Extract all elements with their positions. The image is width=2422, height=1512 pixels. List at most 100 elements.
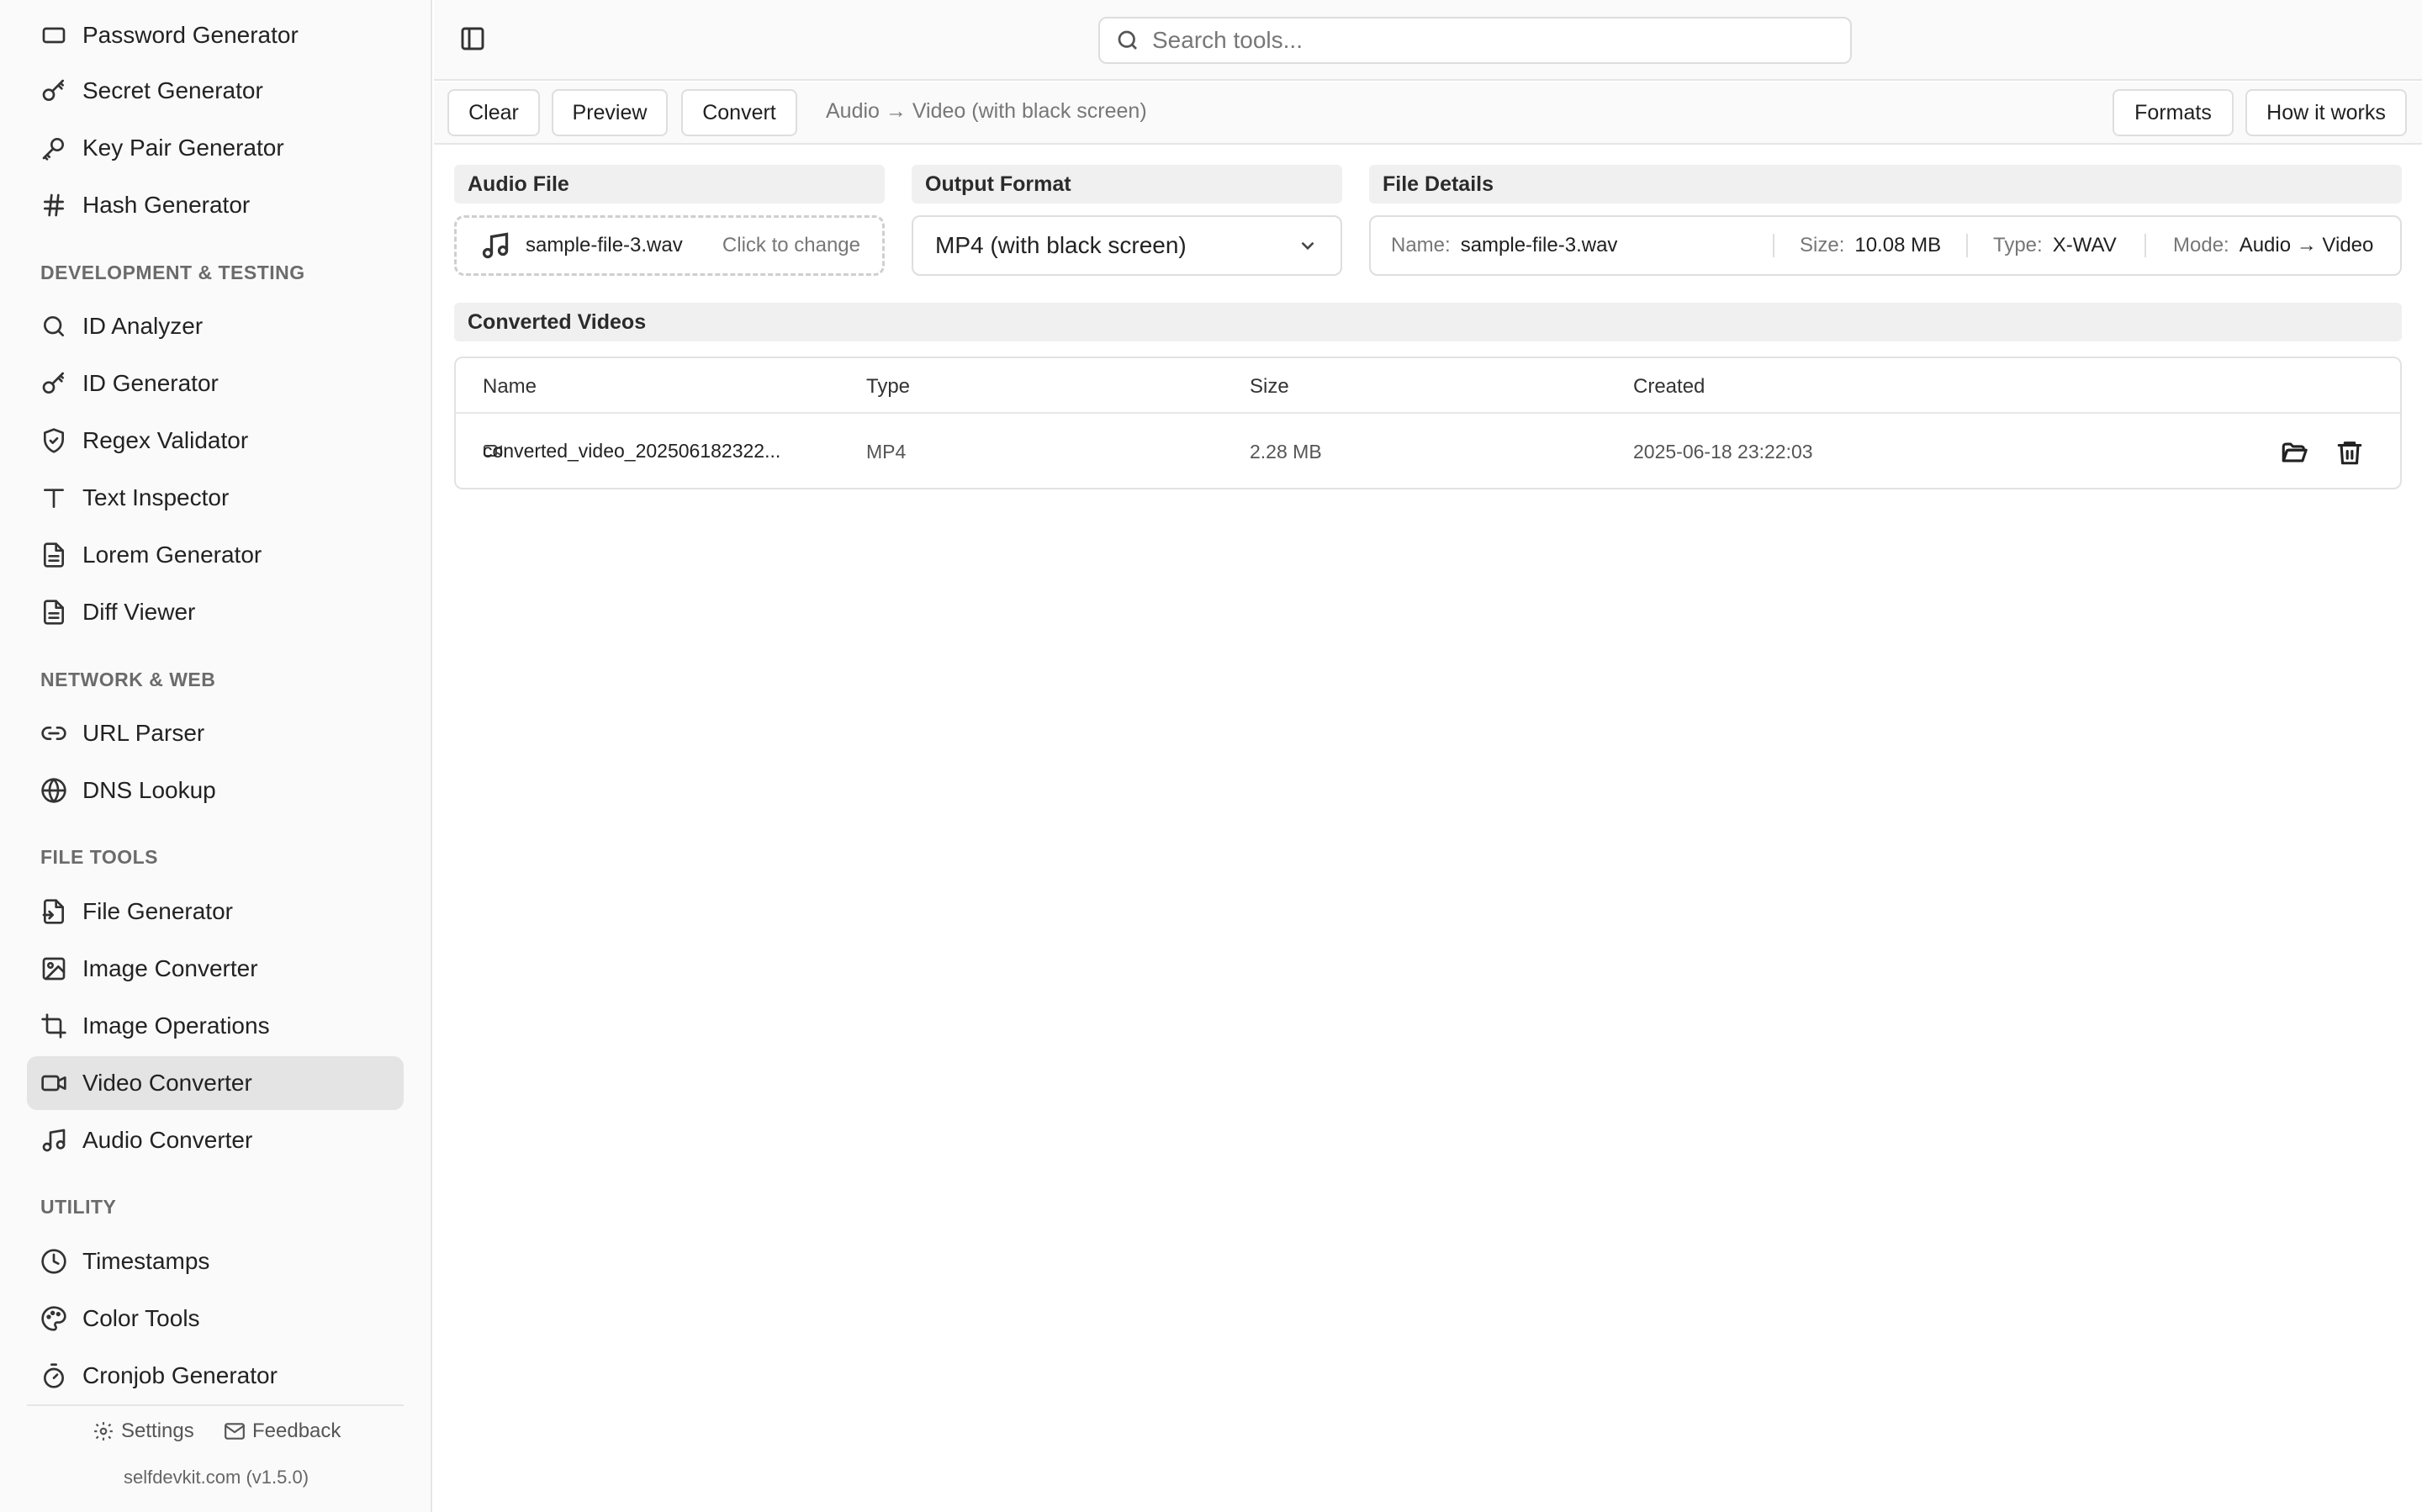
sidebar-item-label: Diff Viewer — [82, 599, 196, 625]
palette-icon — [39, 1303, 69, 1334]
detail-type-label: Type: — [1993, 234, 2043, 256]
sidebar-item-regex-validator[interactable]: Regex Validator — [27, 414, 404, 468]
image-icon — [39, 954, 69, 984]
sidebar-item-dns-lookup[interactable]: DNS Lookup — [27, 764, 404, 817]
app-window: Password Generator Secret Generator Key … — [0, 0, 2422, 1512]
sidebar-item-url-parser[interactable]: URL Parser — [27, 706, 404, 760]
detail-mode-value: Audio → Video — [2239, 234, 2374, 256]
sidebar-section-heading: DEVELOPMENT & TESTING — [40, 262, 305, 283]
detail-divider — [1773, 234, 1774, 257]
conversion-mode-status: Audio → Video (with black screen) — [826, 99, 1147, 123]
gear-icon — [94, 1422, 113, 1441]
preview-button[interactable]: Preview — [552, 89, 668, 136]
clear-button[interactable]: Clear — [447, 89, 540, 136]
sidebar-item-label: Secret Generator — [82, 77, 263, 103]
document-icon — [39, 540, 69, 570]
key-icon — [39, 368, 69, 399]
sidebar-section-heading: UTILITY — [40, 1196, 117, 1218]
sidebar-item-key-pair-generator[interactable]: Key Pair Generator — [27, 121, 404, 175]
file-plus-icon — [39, 896, 69, 927]
toolbar: Clear Preview Convert Audio → Video (wit… — [434, 82, 2422, 145]
column-header-name: Name — [483, 375, 537, 398]
link-icon — [39, 718, 69, 748]
sidebar-item-label: Password Generator — [82, 22, 299, 48]
text-icon — [39, 483, 69, 513]
sidebar-item-label: Cronjob Generator — [82, 1362, 278, 1388]
open-folder-button[interactable] — [2277, 436, 2311, 469]
how-it-works-button[interactable]: How it works — [2245, 89, 2407, 136]
crop-icon — [39, 1011, 69, 1041]
sidebar-item-label: Text Inspector — [82, 484, 230, 510]
music-icon — [482, 232, 509, 259]
sidebar-item-lorem-generator[interactable]: Lorem Generator — [27, 528, 404, 582]
change-file-hint: Click to change — [722, 234, 860, 256]
sidebar-item-label: URL Parser — [82, 720, 205, 746]
sidebar-footer-divider — [27, 1404, 404, 1406]
sidebar-item-diff-viewer[interactable]: Diff Viewer — [27, 585, 404, 639]
detail-name-value: sample-file-3.wav — [1460, 234, 1618, 256]
document-icon — [39, 597, 69, 627]
table-header: Name Type Size Created — [456, 358, 2400, 414]
settings-link[interactable]: Settings — [93, 1419, 194, 1443]
settings-label: Settings — [121, 1419, 194, 1442]
sidebar: Password Generator Secret Generator Key … — [0, 0, 432, 1512]
audio-file-heading: Audio File — [454, 165, 885, 204]
converted-videos-table: Name Type Size Created converted_video_2… — [454, 357, 2402, 489]
sidebar-item-audio-converter[interactable]: Audio Converter — [27, 1113, 404, 1167]
feedback-link[interactable]: Feedback — [224, 1419, 341, 1443]
delete-button[interactable] — [2333, 436, 2366, 469]
globe-icon — [39, 775, 69, 806]
search-icon — [1118, 30, 1137, 50]
audio-file-name: sample-file-3.wav — [526, 234, 683, 256]
sidebar-item-image-operations[interactable]: Image Operations — [27, 999, 404, 1053]
sidebar-item-label: Hash Generator — [82, 192, 251, 218]
detail-name-label: Name: — [1391, 234, 1451, 256]
formats-button[interactable]: Formats — [2113, 89, 2234, 136]
audio-file-picker[interactable]: sample-file-3.wav Click to change — [454, 215, 885, 276]
sidebar-item-id-analyzer[interactable]: ID Analyzer — [27, 299, 404, 353]
sidebar-item-hash-generator[interactable]: Hash Generator — [27, 178, 404, 232]
password-icon — [39, 20, 69, 50]
sidebar-item-text-inspector[interactable]: Text Inspector — [27, 471, 404, 525]
output-format-select[interactable]: MP4 (with black screen) — [912, 215, 1342, 276]
sidebar-item-label: Video Converter — [82, 1070, 252, 1096]
sidebar-section-heading: NETWORK & WEB — [40, 669, 216, 690]
sidebar-item-cronjob-generator[interactable]: Cronjob Generator — [27, 1349, 404, 1403]
detail-mode: Mode: Audio → Video — [2173, 217, 2373, 274]
row-created: 2025-06-18 23:22:03 — [1633, 441, 1813, 463]
hash-icon — [39, 190, 69, 220]
sidebar-item-label: Lorem Generator — [82, 542, 262, 568]
sidebar-item-label: Color Tools — [82, 1305, 200, 1331]
detail-type: Type: X-WAV — [1993, 217, 2117, 274]
sidebar-item-color-tools[interactable]: Color Tools — [27, 1292, 404, 1345]
sidebar-item-label: ID Analyzer — [82, 313, 204, 339]
sidebar-item-image-converter[interactable]: Image Converter — [27, 942, 404, 996]
sidebar-item-secret-generator[interactable]: Secret Generator — [27, 64, 404, 118]
sidebar-item-id-generator[interactable]: ID Generator — [27, 357, 404, 410]
shield-check-icon — [39, 426, 69, 456]
detail-divider — [2144, 234, 2146, 257]
sidebar-item-label: DNS Lookup — [82, 777, 216, 803]
search-icon — [39, 311, 69, 341]
app-version: selfdevkit.com (v1.5.0) — [123, 1467, 309, 1488]
key-pair-icon — [39, 133, 69, 163]
sidebar-item-video-converter[interactable]: Video Converter — [27, 1056, 404, 1110]
sidebar-toggle-button[interactable] — [459, 25, 489, 56]
sidebar-item-label: Image Converter — [82, 955, 258, 981]
column-header-size: Size — [1250, 375, 1289, 398]
sidebar-item-timestamps[interactable]: Timestamps — [27, 1234, 404, 1288]
search-box[interactable] — [1098, 17, 1852, 64]
video-icon — [39, 1068, 69, 1098]
detail-mode-label: Mode: — [2173, 234, 2229, 256]
sidebar-item-label: Image Operations — [82, 1012, 270, 1039]
detail-size-value: 10.08 MB — [1854, 234, 1942, 256]
convert-button[interactable]: Convert — [681, 89, 797, 136]
search-input[interactable] — [1152, 27, 1808, 54]
detail-type-value: X-WAV — [2052, 234, 2117, 256]
sidebar-item-label: ID Generator — [82, 370, 219, 396]
sidebar-item-label: Regex Validator — [82, 427, 249, 453]
table-row[interactable]: converted_video_202506182322... MP4 2.28… — [456, 415, 2400, 489]
sidebar-item-password-generator[interactable]: Password Generator — [27, 8, 404, 62]
sidebar-item-file-generator[interactable]: File Generator — [27, 885, 404, 938]
sidebar-item-label: Timestamps — [82, 1248, 210, 1274]
